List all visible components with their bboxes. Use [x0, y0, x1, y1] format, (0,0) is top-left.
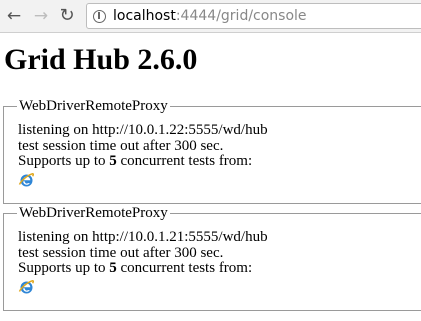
- internet-explorer-icon[interactable]: [18, 279, 34, 295]
- page-title: Grid Hub 2.6.0: [4, 43, 198, 76]
- proxy-panel: WebDriverRemoteProxy listening on http:/…: [3, 205, 421, 311]
- proxy-legend: WebDriverRemoteProxy: [19, 205, 168, 221]
- proxy-listening-text: listening on http://10.0.1.21:5555/wd/hu…: [18, 229, 268, 245]
- proxy-listening-text: listening on http://10.0.1.22:5555/wd/hu…: [18, 122, 268, 138]
- supports-count: 5: [109, 153, 117, 169]
- internet-explorer-icon[interactable]: [18, 172, 34, 188]
- forward-arrow-icon[interactable]: →: [31, 6, 51, 26]
- browser-toolbar: ← → ↻ localhost:4444/grid/console: [0, 0, 421, 33]
- url-host: localhost: [113, 8, 176, 24]
- supports-count: 5: [109, 260, 117, 276]
- proxy-panel: WebDriverRemoteProxy listening on http:/…: [3, 98, 421, 204]
- url-path: :4444/grid/console: [175, 8, 307, 24]
- supports-suffix: concurrent tests from:: [116, 153, 253, 169]
- back-arrow-icon[interactable]: ←: [4, 6, 24, 26]
- proxy-timeout-text: test session time out after 300 sec.: [18, 244, 224, 261]
- proxy-legend: WebDriverRemoteProxy: [19, 98, 168, 114]
- reload-icon[interactable]: ↻: [57, 6, 77, 26]
- page-info-icon[interactable]: [93, 9, 106, 23]
- supports-prefix: Supports up to: [18, 260, 110, 276]
- proxy-timeout-text: test session time out after 300 sec.: [18, 137, 224, 154]
- supports-prefix: Supports up to: [18, 153, 110, 169]
- proxy-supports-text: Supports up to 5 concurrent tests from:: [18, 260, 421, 277]
- url-text[interactable]: localhost:4444/grid/console: [113, 8, 307, 24]
- supports-suffix: concurrent tests from:: [116, 260, 253, 276]
- address-bar[interactable]: localhost:4444/grid/console: [86, 3, 421, 29]
- proxy-supports-text: Supports up to 5 concurrent tests from:: [18, 153, 421, 170]
